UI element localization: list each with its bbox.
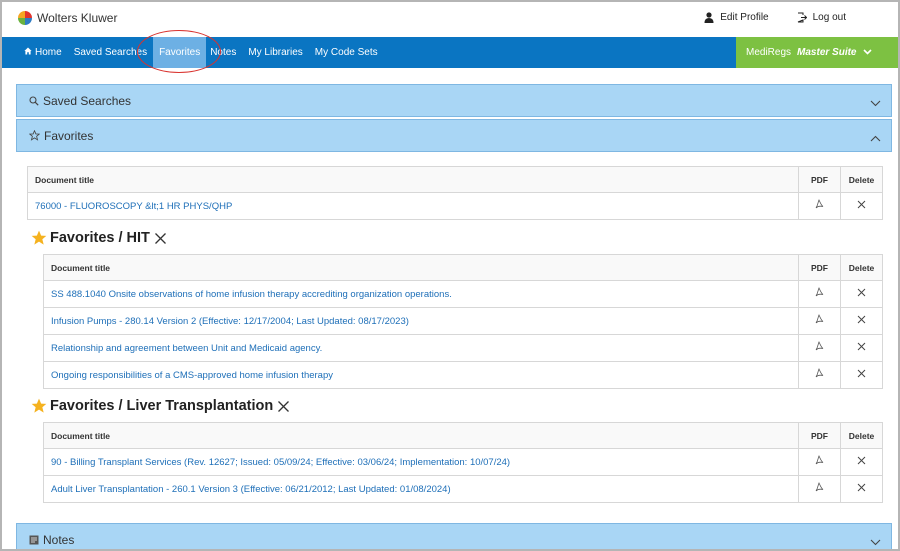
group-heading-liver-transplantation: Favorites / Liver Transplantation (31, 398, 290, 414)
delete-x-icon[interactable] (857, 456, 866, 468)
accordion-notes-label: Notes (43, 532, 75, 547)
favorites-liver-table: Document title PDF Delete 90 - Billing T… (43, 422, 883, 503)
document-link[interactable]: SS 488.1040 Onsite observations of home … (44, 289, 798, 300)
column-header-title: Document title (35, 174, 95, 185)
group-heading-hit: Favorites / HIT (31, 230, 167, 246)
suite-prefix: MediRegs (746, 47, 792, 58)
home-icon (24, 47, 32, 58)
table-row: 90 - Billing Transplant Services (Rev. 1… (44, 448, 882, 475)
document-link[interactable]: 76000 - FLUOROSCOPY &lt;1 HR PHYS/QHP (28, 201, 798, 212)
favorites-highlight-circle (137, 30, 221, 73)
accordion-saved-searches-label: Saved Searches (43, 93, 132, 108)
suite-selector[interactable]: MediRegs Master Suite (736, 37, 898, 68)
accordion-saved-searches[interactable]: Saved Searches (16, 84, 892, 117)
search-icon (29, 95, 39, 106)
edit-profile-link[interactable]: Edit Profile (704, 12, 769, 23)
column-header-delete: Delete (840, 423, 882, 448)
wolters-kluwer-logo-icon (18, 11, 32, 25)
document-link[interactable]: Infusion Pumps - 280.14 Version 2 (Effec… (44, 316, 798, 327)
nav-home[interactable]: Home (18, 37, 68, 68)
table-row: 76000 - FLUOROSCOPY &lt;1 HR PHYS/QHP (28, 192, 882, 219)
table-header-row: Document title PDF Delete (28, 167, 882, 192)
chevron-down-icon (862, 47, 872, 58)
column-header-delete: Delete (840, 167, 882, 192)
document-link[interactable]: 90 - Billing Transplant Services (Rev. 1… (44, 457, 798, 468)
nav-home-label: Home (35, 47, 62, 58)
chevron-down-icon (870, 535, 881, 549)
group-title: Favorites / HIT (50, 230, 150, 246)
column-header-title: Document title (51, 430, 111, 441)
star-icon (31, 398, 47, 414)
brand[interactable]: Wolters Kluwer (18, 11, 117, 25)
pdf-icon[interactable] (814, 455, 825, 469)
suite-name: Master Suite (797, 47, 857, 58)
remove-group-icon[interactable] (277, 400, 290, 413)
column-header-pdf: PDF (798, 255, 840, 280)
chevron-down-icon (870, 96, 881, 110)
table-row: SS 488.1040 Onsite observations of home … (44, 280, 882, 307)
pdf-icon[interactable] (814, 199, 825, 213)
column-header-delete: Delete (840, 255, 882, 280)
user-icon (704, 12, 714, 23)
edit-profile-label: Edit Profile (720, 12, 769, 23)
table-header-row: Document title PDF Delete (44, 423, 882, 448)
favorites-hit-table: Document title PDF Delete SS 488.1040 On… (43, 254, 883, 389)
document-link[interactable]: Adult Liver Transplantation - 260.1 Vers… (44, 484, 798, 495)
nav-my-code-sets[interactable]: My Code Sets (309, 37, 384, 68)
brand-name: Wolters Kluwer (37, 11, 118, 25)
pdf-icon[interactable] (814, 314, 825, 328)
column-header-pdf: PDF (798, 167, 840, 192)
accordion-favorites[interactable]: Favorites (16, 119, 892, 152)
logout-label: Log out (812, 12, 846, 23)
star-outline-icon (29, 130, 40, 141)
table-row: Infusion Pumps - 280.14 Version 2 (Effec… (44, 307, 882, 334)
group-title: Favorites / Liver Transplantation (50, 398, 274, 414)
nav-my-libraries[interactable]: My Libraries (242, 37, 308, 68)
table-header-row: Document title PDF Delete (44, 255, 882, 280)
accordion-notes[interactable]: Notes (16, 523, 892, 551)
document-link[interactable]: Relationship and agreement between Unit … (44, 343, 798, 354)
delete-x-icon[interactable] (857, 288, 866, 300)
delete-x-icon[interactable] (857, 200, 866, 212)
accordion-favorites-label: Favorites (44, 128, 94, 143)
star-icon (31, 230, 47, 246)
table-row: Adult Liver Transplantation - 260.1 Vers… (44, 475, 882, 502)
pdf-icon[interactable] (814, 341, 825, 355)
remove-group-icon[interactable] (154, 232, 167, 245)
delete-x-icon[interactable] (857, 483, 866, 495)
table-row: Ongoing responsibilities of a CMS-approv… (44, 361, 882, 388)
favorites-root-table: Document title PDF Delete 76000 - FLUORO… (27, 166, 883, 220)
delete-x-icon[interactable] (857, 342, 866, 354)
pdf-icon[interactable] (814, 482, 825, 496)
logout-icon (797, 12, 807, 23)
pdf-icon[interactable] (814, 287, 825, 301)
table-row: Relationship and agreement between Unit … (44, 334, 882, 361)
column-header-title: Document title (51, 262, 111, 273)
delete-x-icon[interactable] (857, 369, 866, 381)
column-header-pdf: PDF (798, 423, 840, 448)
notes-icon (29, 535, 39, 545)
top-bar: Wolters Kluwer Edit Profile Log out (2, 2, 898, 37)
chevron-up-icon (870, 131, 881, 145)
delete-x-icon[interactable] (857, 315, 866, 327)
logout-link[interactable]: Log out (797, 12, 846, 23)
document-link[interactable]: Ongoing responsibilities of a CMS-approv… (44, 370, 798, 381)
pdf-icon[interactable] (814, 368, 825, 382)
